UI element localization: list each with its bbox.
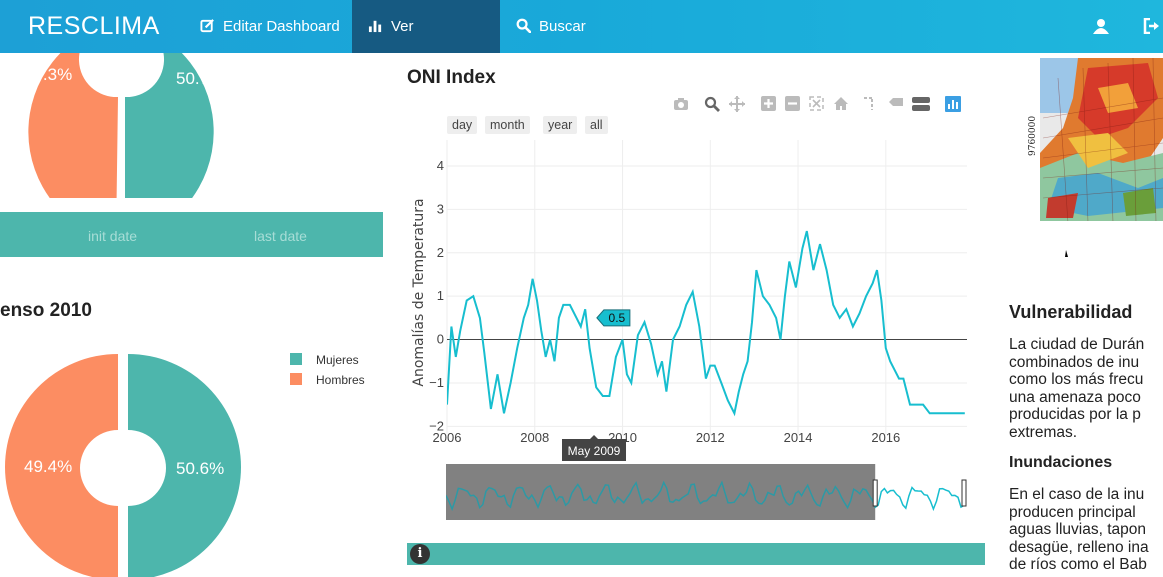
vulnerability-line-3: como los más frecu [1009,371,1144,388]
x-tick-label: 2016 [871,430,900,445]
y-tick-label: 4 [437,158,444,173]
bar-chart-icon [368,20,382,33]
range-button-year[interactable]: year [543,116,578,134]
y-axis-title: Anomalías de Temperatura [411,198,427,386]
edit-icon [200,19,214,33]
zoom-icon[interactable] [704,96,720,112]
y-tick-label: −1 [429,375,444,390]
zoom-out-icon[interactable] [785,96,800,111]
y-tick-label: 3 [437,201,444,216]
x-tick-label: 2008 [520,430,549,445]
brand-logo[interactable]: RESCLIMA [28,0,160,53]
donut-census-teal-label: 50.6% [176,459,225,478]
home-icon[interactable] [833,96,849,111]
oni-line-chart[interactable]: 2006 2008 2010 2012 2014 2016−2−101234Anomalí… [400,140,985,462]
donut-census-salmon-label: 49.4% [24,457,73,476]
legend-swatch-teal [290,353,302,365]
range-slider[interactable] [446,464,968,522]
range-button-month[interactable]: month [485,116,530,134]
range-button-day[interactable]: day [447,116,478,134]
donut-top-teal-label: 50.7% [176,69,225,88]
user-icon [1093,19,1109,34]
census-title: enso 2010 [0,300,92,321]
top-navbar: RESCLIMA Editar Dashboard Ver dashboard … [0,0,1163,88]
info-icon[interactable]: i [410,544,430,564]
nav-view-dashboard[interactable]: Ver dashboard [352,0,500,88]
legend-label-mujeres: Mujeres [316,353,359,367]
y-tick-label: 2 [437,245,444,260]
flooding-line-3: aguas lluvias, tapon [1009,521,1147,538]
logout-button[interactable] [1136,0,1163,53]
pan-icon[interactable] [729,96,745,112]
x-tick-label: 2014 [784,430,813,445]
hover-compare-icon[interactable] [912,96,930,112]
search-icon [516,18,532,34]
map-y-tick: 9760000 [1028,116,1038,156]
vulnerability-map[interactable]: 9760000 [1028,58,1163,257]
legend-label-hombres: Hombres [316,373,365,387]
y-tick-label: 1 [437,288,444,303]
last-date-input[interactable]: last date [254,228,307,244]
nav-edit-dashboard[interactable]: Editar Dashboard [184,0,356,53]
legend-item-mujeres[interactable]: Mujeres [290,353,359,367]
range-handle-left[interactable] [872,479,878,507]
nav-edit-label: Editar Dashboard [223,18,340,35]
date-range-bar: init date last date [0,212,383,257]
logout-icon [1143,18,1159,34]
legend-item-hombres[interactable]: Hombres [290,373,365,387]
zoom-in-icon[interactable] [761,96,776,111]
range-handle-right[interactable] [961,479,967,507]
y-tick-label: 0 [437,332,444,347]
flooding-line-4: desagüe, relleno ina [1009,538,1149,556]
vulnerability-line-1: La ciudad de Durán [1009,336,1145,353]
user-menu[interactable] [1086,0,1116,53]
camera-icon[interactable] [673,96,689,112]
legend-swatch-salmon [290,373,302,385]
plotly-logo-icon[interactable] [945,96,961,112]
spike-icon[interactable] [862,96,876,111]
vulnerability-line-6: extremas. [1009,423,1078,441]
init-date-input[interactable]: init date [88,228,137,244]
flooding-line-1: En el caso de la inu [1009,486,1145,503]
flooding-heading: Inundaciones [1009,454,1113,471]
flooding-line-2: producen principal [1009,503,1136,521]
y-tick-label: −2 [429,418,444,433]
map-image: 9760000 [1028,58,1163,257]
range-button-all[interactable]: all [585,116,608,134]
x-tick-label: 2012 [696,430,725,445]
tooltip-value: 0.5 [609,311,626,325]
oni-series-line[interactable] [447,230,965,417]
tooltip-date: May 2009 [568,444,621,458]
chart-info-bar: i [407,543,985,565]
donut-top-salmon-label: 49.3% [24,65,73,84]
autoscale-icon[interactable] [809,96,824,111]
range-mask-shade [446,464,876,520]
vulnerability-line-5: producidas por la p [1009,406,1141,423]
vulnerability-line-4: una amenaza poco [1009,388,1141,406]
plot-modebar [670,96,970,116]
vulnerability-line-2: combinados de inu [1009,353,1140,371]
chart-title: ONI Index [407,67,496,88]
flooding-line-5: de ríos como el Bab [1009,556,1147,573]
nav-search-label: Buscar [539,18,586,35]
vulnerability-heading: Vulnerabilidad [1009,302,1133,322]
nav-search[interactable]: Buscar [500,0,602,53]
hover-closest-icon[interactable] [888,96,904,108]
